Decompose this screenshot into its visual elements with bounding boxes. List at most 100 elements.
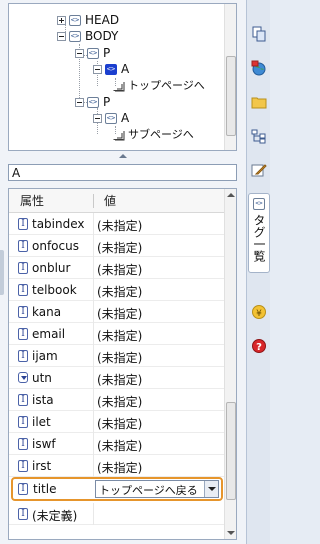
attribute-row[interactable]: I email (未指定) [9, 323, 225, 345]
attribute-row[interactable]: I telbook (未指定) [9, 279, 225, 301]
tree-scrollbar[interactable] [224, 4, 236, 150]
attribute-value[interactable]: (未指定) [97, 305, 142, 322]
text-attr-icon: I [18, 328, 28, 340]
attribute-value[interactable]: (未指定) [97, 393, 142, 410]
folder-icon[interactable] [249, 92, 269, 112]
attribute-value[interactable]: (未指定) [97, 283, 142, 300]
scroll-down-icon[interactable] [227, 531, 235, 535]
grid-header: 属性 値 [9, 189, 225, 213]
tree-node-p[interactable]: <> P [75, 94, 110, 110]
tree-node-body[interactable]: <> BODY [57, 28, 118, 44]
attribute-value[interactable]: (未指定) [97, 371, 142, 388]
help-icon[interactable]: ? [249, 336, 269, 356]
attribute-value[interactable]: (未指定) [97, 327, 142, 344]
text-attr-icon: I [18, 240, 28, 252]
tree-node-label: P [103, 46, 111, 60]
collapse-icon[interactable] [93, 113, 102, 123]
attribute-row-selected[interactable]: I title トップページへ戻る [11, 477, 223, 501]
main-panel: <> HEAD <> BODY <> P <> A トップページへ <> P <… [0, 0, 246, 544]
yen-icon[interactable]: ¥ [249, 302, 269, 322]
attribute-row[interactable]: I (未定義) [9, 503, 225, 525]
tree-node-p[interactable]: <> P [75, 45, 110, 61]
scrollbar-thumb[interactable] [226, 402, 236, 500]
attribute-value[interactable]: (未指定) [97, 239, 142, 256]
collapse-icon[interactable] [93, 64, 102, 74]
dropdown-attr-icon [18, 372, 28, 383]
tree-node-label: A [121, 62, 130, 76]
tab-tag-list[interactable]: <> タグ一覧 [248, 193, 270, 273]
text-attr-icon: I [18, 416, 28, 428]
column-divider[interactable] [93, 194, 94, 208]
copy-icon[interactable] [249, 24, 269, 44]
cell-divider [93, 503, 94, 525]
tree-node-a[interactable]: <> A [93, 110, 129, 126]
attribute-grid: 属性 値 I tabindex (未指定) I onfocus (未指定) I … [8, 188, 237, 540]
attribute-value[interactable]: (未指定) [97, 217, 142, 234]
attribute-row[interactable]: I iswf (未指定) [9, 433, 225, 455]
attribute-name: onblur [32, 261, 71, 275]
pencil-icon[interactable] [249, 160, 269, 180]
attribute-row[interactable]: I ijam (未指定) [9, 345, 225, 367]
attribute-name: iswf [32, 437, 56, 451]
tree-node-label: サブページへ [128, 128, 194, 141]
scrollbar-thumb[interactable] [226, 56, 236, 136]
tag-icon: <> [69, 14, 81, 26]
attribute-name: (未定義) [32, 509, 78, 523]
chevron-down-icon[interactable] [204, 481, 218, 497]
tree-node-text[interactable]: トップページへ [113, 77, 205, 93]
panel-splitter[interactable] [8, 152, 237, 160]
cell-divider [93, 257, 94, 279]
text-attr-icon: I [18, 218, 28, 230]
attribute-row[interactable]: I tabindex (未指定) [9, 213, 225, 235]
tree-node-text[interactable]: サブページへ [113, 126, 194, 142]
attribute-value[interactable]: (未指定) [97, 261, 142, 278]
text-attr-icon: I [18, 262, 28, 274]
dom-tree-view[interactable]: <> HEAD <> BODY <> P <> A トップページへ <> P <… [8, 3, 237, 151]
attribute-row[interactable]: I irst (未指定) [9, 455, 225, 477]
attribute-row[interactable]: I ista (未指定) [9, 389, 225, 411]
attribute-value[interactable]: (未指定) [97, 349, 142, 366]
scroll-up-icon[interactable] [227, 193, 235, 197]
cell-divider [93, 279, 94, 301]
attribute-row[interactable]: utn (未指定) [9, 367, 225, 389]
cell-divider [93, 345, 94, 367]
attribute-column-header[interactable]: 属性 [20, 192, 44, 209]
cell-divider [93, 411, 94, 433]
tree-node-a-selected[interactable]: <> A [93, 61, 129, 77]
tag-icon: <> [87, 47, 99, 59]
attribute-value[interactable]: (未指定) [97, 437, 142, 454]
tag-icon: <> [105, 112, 117, 124]
text-attr-icon: I [18, 438, 28, 450]
cell-divider [93, 213, 94, 235]
attribute-value[interactable]: (未指定) [97, 415, 142, 432]
combobox-text[interactable]: トップページへ戻る [99, 482, 198, 497]
text-attr-icon: I [18, 460, 28, 472]
collapse-icon[interactable] [75, 48, 84, 58]
side-tab-strip: <> タグ一覧 ¥ ? [246, 0, 270, 544]
text-attr-icon: I [18, 284, 28, 296]
tag-icon: <> [87, 96, 99, 108]
tree-node-head[interactable]: <> HEAD [57, 12, 119, 28]
globe-icon[interactable] [249, 58, 269, 78]
value-column-header[interactable]: 値 [104, 192, 116, 209]
tree-node-label: P [103, 95, 111, 109]
text-attr-icon: I [18, 394, 28, 406]
attribute-row[interactable]: I kana (未指定) [9, 301, 225, 323]
hierarchy-icon[interactable] [249, 126, 269, 146]
left-resize-handle[interactable] [0, 250, 4, 295]
attribute-name: telbook [32, 283, 77, 297]
attribute-name: onfocus [32, 239, 79, 253]
expand-icon[interactable] [57, 15, 66, 25]
collapse-icon[interactable] [75, 97, 84, 107]
grid-scrollbar[interactable] [224, 189, 236, 539]
tree-node-label: A [121, 111, 130, 125]
tag-filter-input[interactable] [8, 164, 237, 181]
attribute-row[interactable]: I onfocus (未指定) [9, 235, 225, 257]
attribute-row[interactable]: I ilet (未指定) [9, 411, 225, 433]
attribute-row[interactable]: I onblur (未指定) [9, 257, 225, 279]
collapse-icon[interactable] [57, 31, 66, 41]
collapse-up-icon[interactable] [118, 154, 127, 158]
tab-label: タグ一覧 [252, 214, 266, 262]
attribute-value[interactable]: (未指定) [97, 459, 142, 476]
attribute-value-combobox[interactable]: トップページへ戻る [95, 480, 219, 498]
